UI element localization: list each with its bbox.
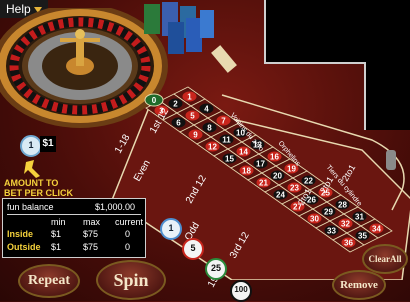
number-label: 28 <box>338 201 347 210</box>
video-panel <box>264 0 410 64</box>
balance-label: fun balance <box>7 202 54 212</box>
number-label: 23 <box>290 184 299 193</box>
number-label: 21 <box>259 179 268 188</box>
row-inside-name: Inside <box>7 229 34 239</box>
clear-all-button[interactable]: ClearAll <box>362 244 408 274</box>
balance-value: $1,000.00 <box>94 202 135 212</box>
chip-5-label: 5 <box>190 243 196 253</box>
zero-label: 0 <box>152 96 157 105</box>
chip-100-button[interactable]: 100 <box>230 280 252 302</box>
spin-button[interactable]: Spin <box>96 260 166 300</box>
number-label: 29 <box>324 208 333 217</box>
number-label: 14 <box>239 148 248 157</box>
number-label: 12 <box>208 143 217 152</box>
number-label: 1 <box>187 93 192 102</box>
number-label: 16 <box>270 153 279 162</box>
number-label: 31 <box>355 213 364 222</box>
number-label: 24 <box>276 191 285 200</box>
row-outside-name: Outside <box>7 242 41 252</box>
row-outside-current: 0 <box>125 242 131 252</box>
number-label: 2 <box>173 100 178 109</box>
number-label: 17 <box>256 160 265 169</box>
row-inside-min: $1 <box>51 229 62 239</box>
chip-1-button[interactable]: 1 <box>160 218 182 240</box>
chip-1-label: 1 <box>168 223 174 233</box>
number-label: 9 <box>193 131 198 140</box>
chip-stacks <box>144 2 214 54</box>
row-inside-max: $75 <box>83 229 99 239</box>
remove-button[interactable]: Remove <box>332 270 386 300</box>
bet-chip-indicator: 1 <box>20 135 42 157</box>
col-min: min <box>51 217 66 227</box>
number-label: 22 <box>304 177 313 186</box>
number-label: 32 <box>341 220 350 229</box>
amount-caption-line1: AMOUNT TO <box>4 178 59 188</box>
number-label: 35 <box>358 232 367 241</box>
chip-100-label: 100 <box>234 285 248 294</box>
number-label: 36 <box>344 239 353 248</box>
number-label: 8 <box>207 124 212 133</box>
number-label: 6 <box>176 119 181 128</box>
post-marker <box>386 150 396 170</box>
col-max: max <box>83 217 101 227</box>
amount-caption: AMOUNT TO BET PER CLICK <box>4 178 73 198</box>
number-label: 15 <box>225 155 234 164</box>
number-label: 18 <box>242 167 251 176</box>
number-label: 11 <box>222 136 231 145</box>
number-label: 33 <box>327 227 336 236</box>
amount-caption-line2: BET PER CLICK <box>4 188 74 198</box>
number-label: 5 <box>190 112 195 121</box>
row-outside-max: $75 <box>83 242 99 252</box>
balance-panel: fun balance $1,000.00 min max current In… <box>2 198 146 258</box>
number-label: 7 <box>221 117 226 126</box>
row-outside-min: $1 <box>51 242 62 252</box>
row-inside-current: 0 <box>125 229 131 239</box>
number-label: 20 <box>273 172 282 181</box>
arrow-up-icon <box>24 160 40 178</box>
bet-chip-value: 1 <box>28 140 34 150</box>
chip-25-label: 25 <box>210 263 221 273</box>
repeat-button[interactable]: Repeat <box>18 264 80 298</box>
number-label: 4 <box>204 105 209 114</box>
chip-25-button[interactable]: 25 <box>205 258 227 280</box>
chip-5-button[interactable]: 5 <box>182 238 204 260</box>
col-current: current <box>115 217 144 227</box>
number-label: 30 <box>310 215 319 224</box>
number-label: 34 <box>372 225 381 234</box>
bet-amount: $1 <box>40 136 56 152</box>
